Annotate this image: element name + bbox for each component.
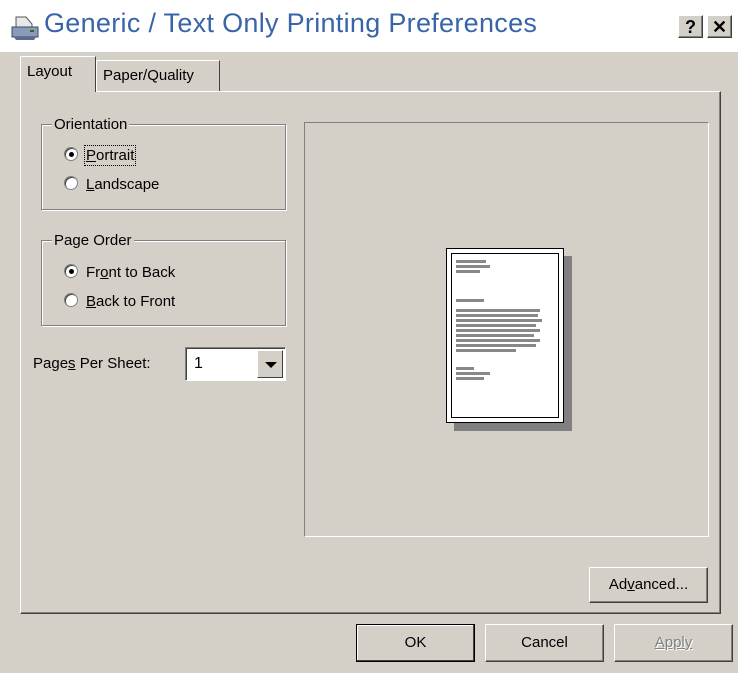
apply-button: Apply <box>614 624 733 662</box>
page-preview-icon <box>446 248 564 423</box>
ok-button[interactable]: OK <box>356 624 475 662</box>
advanced-button[interactable]: Advanced... <box>589 567 708 603</box>
back-to-front-label: Back to Front <box>86 293 176 310</box>
radio-unselected-icon <box>64 176 78 190</box>
printer-icon <box>11 16 39 40</box>
portrait-label: Portrait <box>83 145 137 166</box>
page-order-legend: Page Order <box>52 232 134 250</box>
close-button[interactable]: ✕ <box>707 15 732 38</box>
title-bar: Generic / Text Only Printing Preferences… <box>0 0 738 52</box>
pages-per-sheet-value: 1 <box>194 355 203 372</box>
front-to-back-label: Front to Back <box>86 264 176 281</box>
orientation-legend: Orientation <box>52 116 130 134</box>
window-title: Generic / Text Only Printing Preferences <box>44 8 538 38</box>
landscape-label: Landscape <box>86 176 160 193</box>
portrait-radio[interactable]: Portrait <box>64 145 137 166</box>
tab-layout[interactable]: Layout <box>20 56 96 92</box>
pages-per-sheet-select[interactable]: 1 <box>185 347 286 381</box>
radio-selected-icon <box>64 264 78 278</box>
radio-unselected-icon <box>64 293 78 307</box>
help-button[interactable]: ? <box>678 15 703 38</box>
radio-selected-icon <box>64 147 78 161</box>
page-order-group <box>41 240 286 326</box>
front-to-back-radio[interactable]: Front to Back <box>64 263 175 283</box>
pages-per-sheet-label: Pages Per Sheet: <box>33 355 151 372</box>
landscape-radio[interactable]: Landscape <box>64 175 159 195</box>
chevron-down-icon[interactable] <box>257 350 283 378</box>
cancel-button[interactable]: Cancel <box>485 624 604 662</box>
tab-paper-quality[interactable]: Paper/Quality <box>96 60 220 91</box>
orientation-group <box>41 124 286 210</box>
back-to-front-radio[interactable]: Back to Front <box>64 292 175 312</box>
close-icon: ✕ <box>711 17 728 37</box>
